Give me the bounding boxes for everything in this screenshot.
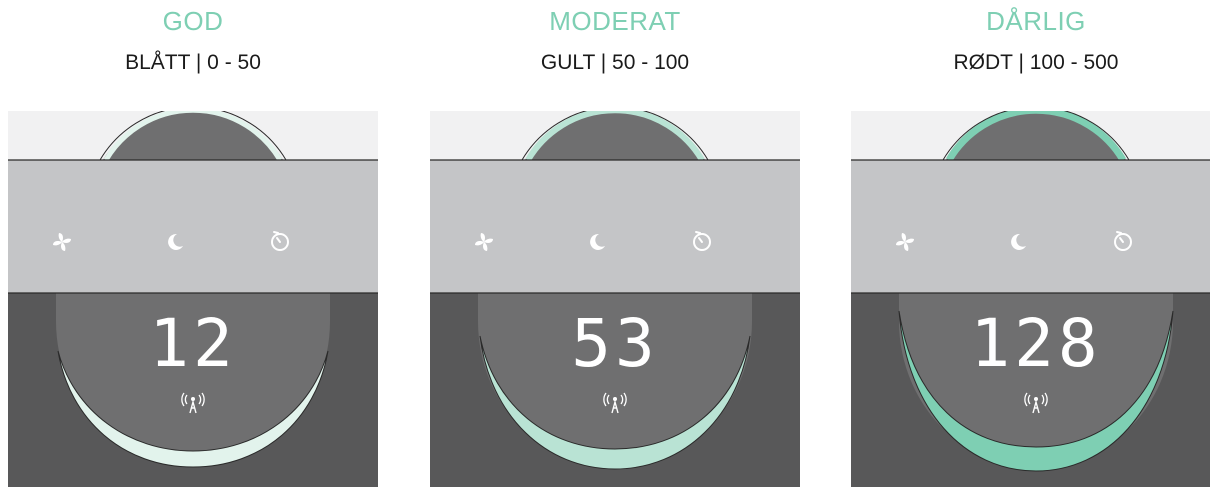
device-illustration: 12 xyxy=(8,111,378,487)
device-illustration: 53 xyxy=(430,111,800,487)
status-title: MODERAT xyxy=(549,6,681,36)
status-panel-good: GOD BLÅTT | 0 - 50 12 xyxy=(8,0,378,487)
status-range: BLÅTT | 0 - 50 xyxy=(125,51,261,74)
aqi-reading: 12 xyxy=(149,305,236,382)
status-panel-moderate: MODERAT GULT | 50 - 100 53 xyxy=(430,0,800,487)
status-title: GOD xyxy=(162,6,224,36)
aqi-reading: 128 xyxy=(970,305,1101,382)
status-panel-poor: DÅRLIG RØDT | 100 - 500 128 xyxy=(851,0,1210,487)
status-title: DÅRLIG xyxy=(986,6,1086,36)
status-range: GULT | 50 - 100 xyxy=(540,51,690,74)
device-illustration: 128 xyxy=(851,111,1210,487)
aqi-reading: 53 xyxy=(571,305,658,382)
status-range: RØDT | 100 - 500 xyxy=(953,51,1119,74)
